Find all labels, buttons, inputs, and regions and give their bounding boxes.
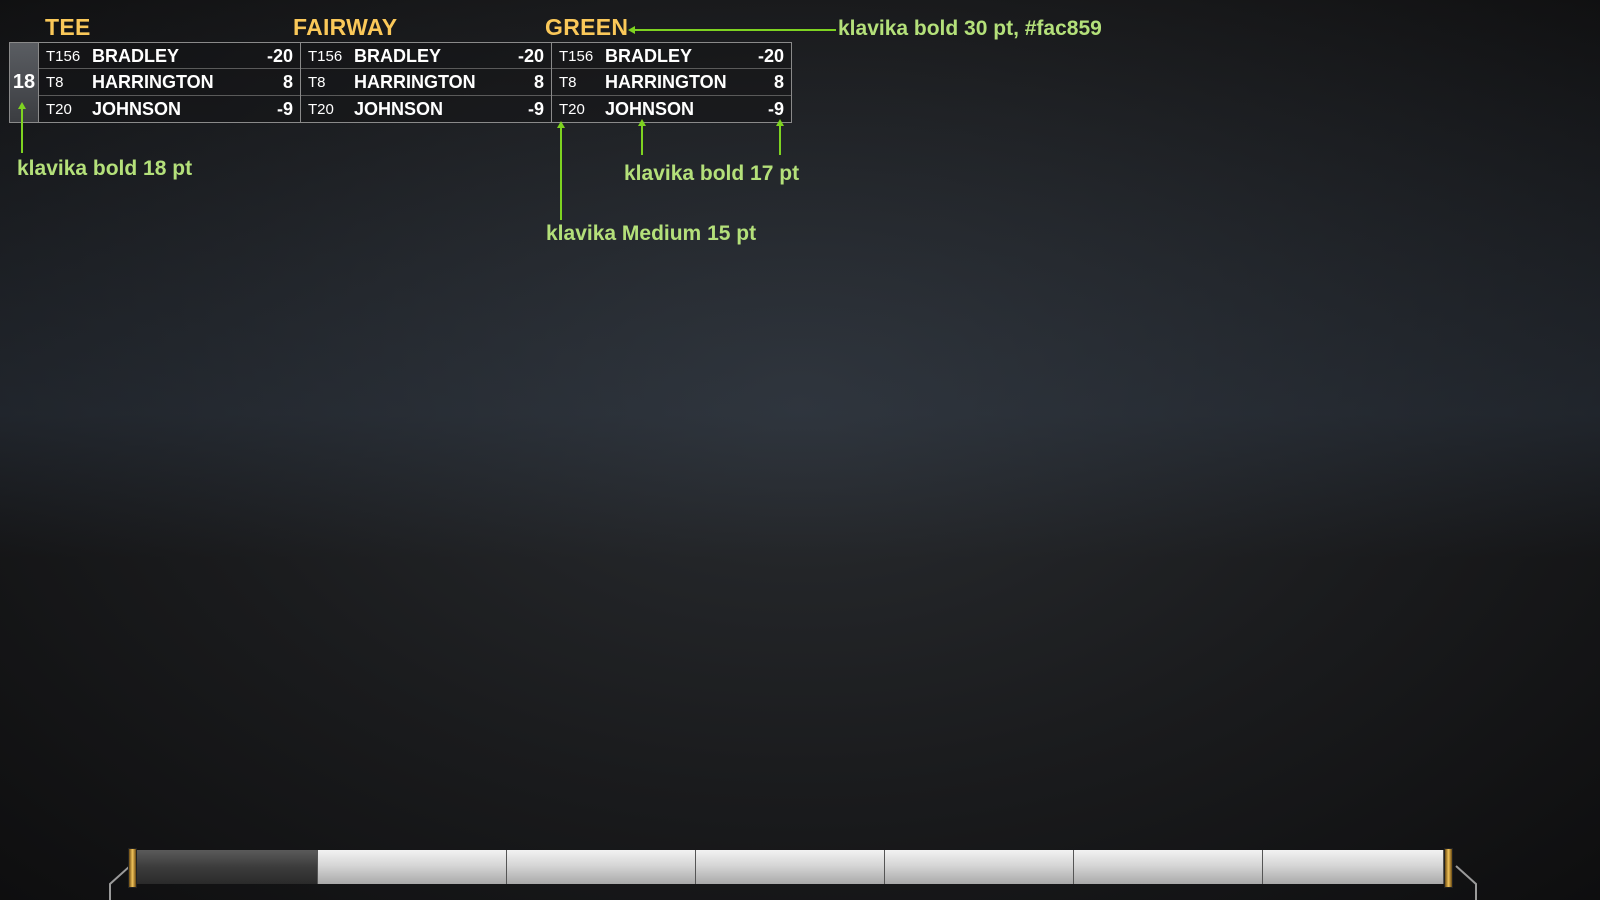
fairway-panel: T156 BRADLEY -20 T8 HARRINGTON 8 T20 JOH… xyxy=(300,43,551,122)
position: T8 xyxy=(46,74,64,92)
table-row: T20 JOHNSON -9 xyxy=(39,96,300,122)
player-name: HARRINGTON xyxy=(354,72,476,93)
player-name: HARRINGTON xyxy=(92,72,214,93)
timeline-segment-2[interactable] xyxy=(318,850,507,884)
score: -20 xyxy=(517,46,544,66)
position: T20 xyxy=(46,100,72,118)
annotation-name-font: klavika bold 17 pt xyxy=(624,162,800,185)
annotation-hole-font: klavika bold 18 pt xyxy=(17,157,193,180)
table-row: T156 BRADLEY -20 xyxy=(301,43,551,70)
position: T156 xyxy=(559,48,594,65)
timeline-segment-3[interactable] xyxy=(507,850,696,884)
timeline-right-cap xyxy=(1444,848,1453,888)
position: T20 xyxy=(559,100,585,118)
score: -20 xyxy=(757,46,784,66)
table-row: T20 JOHNSON -9 xyxy=(301,96,551,122)
timeline-segment-5[interactable] xyxy=(885,850,1074,884)
score: 8 xyxy=(282,72,293,93)
score: -9 xyxy=(767,98,784,119)
position: T156 xyxy=(46,48,81,65)
hole-number: 18 xyxy=(10,43,39,122)
player-name: BRADLEY xyxy=(92,46,180,66)
annotation-position-font: klavika Medium 15 pt xyxy=(546,222,757,245)
timeline-segment-1[interactable] xyxy=(137,850,318,884)
score: 8 xyxy=(773,72,784,93)
table-row: T8 HARRINGTON 8 xyxy=(552,69,791,96)
annotation-line xyxy=(641,125,643,155)
score: 8 xyxy=(533,72,544,93)
green-panel: T156 BRADLEY -20 T8 HARRINGTON 8 T20 JOH… xyxy=(551,43,791,122)
player-name: BRADLEY xyxy=(354,46,442,66)
annotation-line xyxy=(21,108,23,153)
position: T8 xyxy=(308,74,326,92)
player-name: JOHNSON xyxy=(354,98,444,119)
table-row: T156 BRADLEY -20 xyxy=(552,43,791,70)
position: T20 xyxy=(308,100,334,118)
annotation-line xyxy=(779,125,781,155)
player-name: JOHNSON xyxy=(605,98,695,119)
green-heading: GREEN xyxy=(545,14,629,40)
table-row: T8 HARRINGTON 8 xyxy=(39,69,300,96)
hole-timeline xyxy=(128,848,1454,888)
table-row: T8 HARRINGTON 8 xyxy=(301,69,551,96)
table-row: T156 BRADLEY -20 xyxy=(39,43,300,70)
annotation-heading-font: klavika bold 30 pt, #fac859 xyxy=(838,17,1102,40)
table-row: T20 JOHNSON -9 xyxy=(552,96,791,122)
annotation-line xyxy=(560,127,562,220)
timeline-segment-4[interactable] xyxy=(696,850,885,884)
player-name: HARRINGTON xyxy=(605,72,727,93)
timeline-segment-6[interactable] xyxy=(1074,850,1263,884)
fairway-heading: FAIRWAY xyxy=(293,14,398,40)
player-name: BRADLEY xyxy=(605,46,693,66)
score: -20 xyxy=(266,46,293,66)
leaderboard: 18 T156 BRADLEY -20 T8 HARRINGTON 8 T20 … xyxy=(9,42,792,123)
position: T156 xyxy=(308,48,343,65)
position: T8 xyxy=(559,74,577,92)
tee-panel: T156 BRADLEY -20 T8 HARRINGTON 8 T20 JOH… xyxy=(38,43,300,122)
player-name: JOHNSON xyxy=(92,98,182,119)
timeline-segment-7[interactable] xyxy=(1263,850,1444,884)
tee-heading: TEE xyxy=(45,14,91,40)
score: -9 xyxy=(276,98,293,119)
score: -9 xyxy=(527,98,544,119)
annotation-line xyxy=(634,29,836,31)
right-bracket-icon xyxy=(1455,865,1477,900)
timeline-left-cap xyxy=(128,848,137,888)
